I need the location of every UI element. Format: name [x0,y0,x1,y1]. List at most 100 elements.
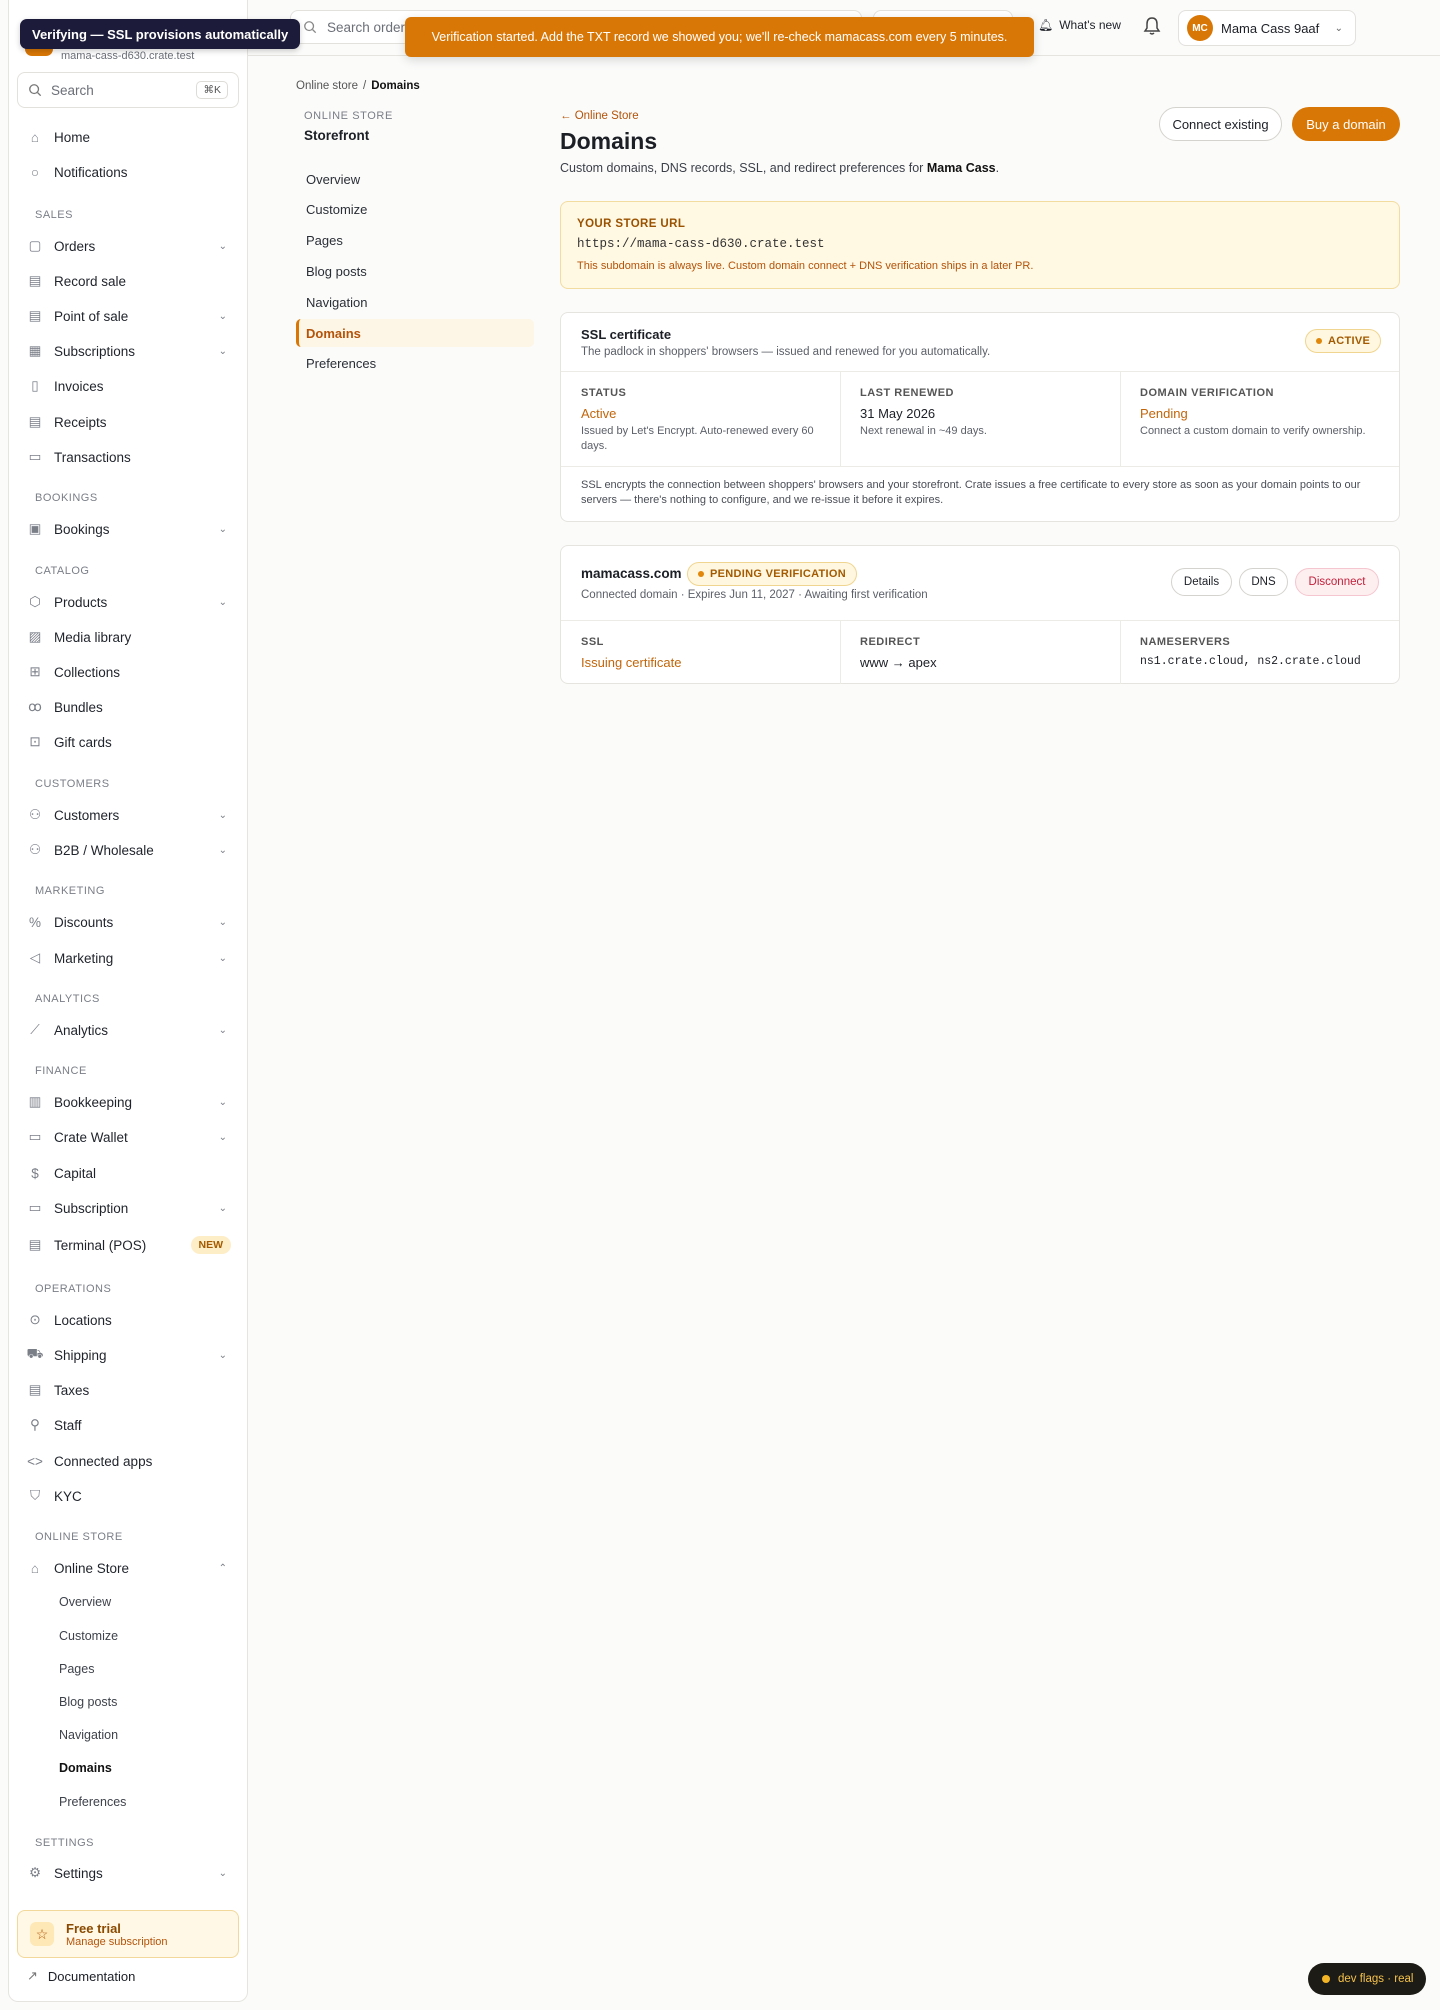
nameservers-label: NAMESERVERS [1140,636,1231,648]
account-menu[interactable]: MC Mama Cass 9aaf ⌄ [1178,10,1356,46]
sidebar-item-label: Invoices [54,378,104,394]
sidebar-item-shipping[interactable]: ⛟ Shipping ⌄ [17,1340,239,1370]
sidebar-item-label: KYC [54,1488,82,1504]
sidebar-item-label: Bookkeeping [54,1094,133,1110]
file-icon: ▯ [31,378,39,393]
sidebar-item-notifications[interactable]: ○ Notifications [17,157,239,187]
dns-button[interactable]: DNS [1239,568,1288,596]
sidebar-search-input[interactable]: Search ⌘K [17,72,239,108]
sidebar-item-b2b[interactable]: ⚇ B2B / Wholesale ⌄ [17,835,239,865]
details-button[interactable]: Details [1171,568,1232,596]
dollar-icon: $ [31,1165,39,1181]
ssl-status-note: Issued by Let's Encrypt. Auto-renewed ev… [581,425,814,452]
sidebar-item-subscription[interactable]: ▭ Subscription ⌄ [17,1193,239,1223]
sidebar-item-bundles[interactable]: ꝏ Bundles [17,692,239,722]
sidebar-item-crate-wallet[interactable]: ▭ Crate Wallet ⌄ [17,1122,239,1152]
sidebar-item-settings[interactable]: ⚙ Settings ⌄ [17,1858,239,1888]
dev-flags-button[interactable]: dev flags · real [1308,1963,1426,1995]
buy-domain-button[interactable]: Buy a domain [1292,107,1400,141]
sidebar-sub-navigation[interactable]: Navigation [59,1728,118,1742]
sidebar-item-products[interactable]: ⬡ Products ⌄ [17,587,239,617]
sidebar-item-terminal[interactable]: ▤ Terminal (POS) NEW [17,1230,239,1260]
domain-meta: Connected domain · Expires Jun 11, 2027 … [581,589,928,601]
sidebar-item-staff[interactable]: ⚲ Staff [17,1410,239,1440]
global-search-placeholder: Search orders [327,19,412,35]
sidebar-item-bookings[interactable]: ▣ Bookings ⌄ [17,514,239,544]
subnav-section: ONLINE STORE [304,110,393,122]
map-pin-icon: ⊙ [29,1312,41,1327]
sidebar-item-invoices[interactable]: ▯ Invoices [17,371,239,401]
sidebar-item-marketing[interactable]: ◁ Marketing ⌄ [17,943,239,973]
sidebar-sub-domains[interactable]: Domains [59,1761,112,1775]
domain-ssl-label: SSL [581,636,604,648]
subnav-overview[interactable]: Overview [296,165,534,193]
sidebar-item-media-library[interactable]: ▨ Media library [17,622,239,652]
subnav-preferences[interactable]: Preferences [296,349,534,377]
connect-existing-button[interactable]: Connect existing [1159,107,1282,141]
sidebar-sub-pages[interactable]: Pages [59,1662,94,1676]
sidebar-item-label: Record sale [54,273,127,289]
sidebar-item-taxes[interactable]: ▤ Taxes [17,1375,239,1405]
sidebar-item-home[interactable]: ⌂ Home [17,122,239,152]
disconnect-button[interactable]: Disconnect [1295,568,1379,596]
divider [561,620,1399,621]
sidebar-sub-overview[interactable]: Overview [59,1595,111,1609]
documentation-link[interactable]: ↗ Documentation [27,1968,135,1984]
sidebar-sub-customize[interactable]: Customize [59,1629,118,1643]
subnav-pages[interactable]: Pages [296,226,534,254]
sidebar-item-point-of-sale[interactable]: ▤ Point of sale ⌄ [17,301,239,331]
subnav-domains[interactable]: Domains [296,319,534,347]
box-icon: ▢ [28,238,42,253]
section-sales: SALES [35,209,73,221]
sidebar-item-label: Gift cards [54,734,112,750]
section-customers: CUSTOMERS [35,778,110,790]
org-host: mama-cass-d630.crate.test [61,50,195,62]
sidebar-item-gift-cards[interactable]: ⊡ Gift cards [17,727,239,757]
sidebar-item-label: Bookings [54,521,110,537]
subnav-blog-posts[interactable]: Blog posts [296,257,534,285]
sidebar-item-record-sale[interactable]: ▤ Record sale [17,266,239,296]
trial-title: Free trial [66,1920,121,1936]
section-marketing: MARKETING [35,885,105,897]
sidebar-item-locations[interactable]: ⊙ Locations [17,1305,239,1335]
back-to-online-store-link[interactable]: ← Online Store [560,110,639,122]
section-analytics: ANALYTICS [35,993,100,1005]
sidebar-item-online-store[interactable]: ⌂ Online Store ⌃ [17,1553,239,1583]
sidebar-item-discounts[interactable]: % Discounts ⌄ [17,907,239,937]
sidebar-item-orders[interactable]: ▢ Orders ⌄ [17,231,239,261]
redirect-value: www → apex [860,655,937,670]
sidebar-item-customers[interactable]: ⚇ Customers ⌄ [17,800,239,830]
divider [840,620,841,684]
sidebar-item-kyc[interactable]: ⛉ KYC [17,1481,239,1511]
sidebar-item-label: Taxes [54,1382,90,1398]
breadcrumb-parent[interactable]: Online store [296,80,358,92]
chevron-down-icon: ⌄ [218,596,227,608]
free-trial-card[interactable]: ☆ Free trial Manage subscription [17,1910,239,1958]
subnav-customize[interactable]: Customize [296,195,534,223]
sidebar-item-transactions[interactable]: ▭ Transactions [17,442,239,472]
sidebar-item-subscriptions[interactable]: ▦ Subscriptions ⌄ [17,336,239,366]
ledger-icon: ▥ [28,1094,42,1109]
sidebar-item-capital[interactable]: $ Capital [17,1158,239,1188]
new-badge: NEW [190,1236,231,1254]
pending-verification-badge: PENDING VERIFICATION [687,562,857,586]
sidebar-item-collections[interactable]: ⊞ Collections [17,657,239,687]
sidebar-item-receipts[interactable]: ▤ Receipts [17,407,239,437]
sidebar-item-label: Collections [54,664,121,680]
sidebar-item-analytics[interactable]: ⟋ Analytics ⌄ [17,1015,239,1045]
home-icon: ⌂ [30,129,40,145]
sidebar-item-bookkeeping[interactable]: ▥ Bookkeeping ⌄ [17,1087,239,1117]
briefcase-icon: ▣ [28,521,42,536]
sidebar-sub-preferences[interactable]: Preferences [59,1795,126,1809]
ssl-status-value: Active [581,406,617,421]
divider [561,466,1399,467]
sidebar-item-label: Bundles [54,699,103,715]
sidebar-item-connected-apps[interactable]: <> Connected apps [17,1446,239,1476]
notifications-bell-icon[interactable] [1143,16,1161,39]
subnav-navigation[interactable]: Navigation [296,288,534,316]
manage-subscription-link[interactable]: Manage subscription [66,1936,168,1948]
star-icon: ☆ [30,1922,54,1946]
whats-new-button[interactable]: 🔔︎ What's new [1038,18,1121,32]
domain-verification-value: Pending [1140,406,1188,421]
sidebar-sub-blog-posts[interactable]: Blog posts [59,1695,117,1709]
